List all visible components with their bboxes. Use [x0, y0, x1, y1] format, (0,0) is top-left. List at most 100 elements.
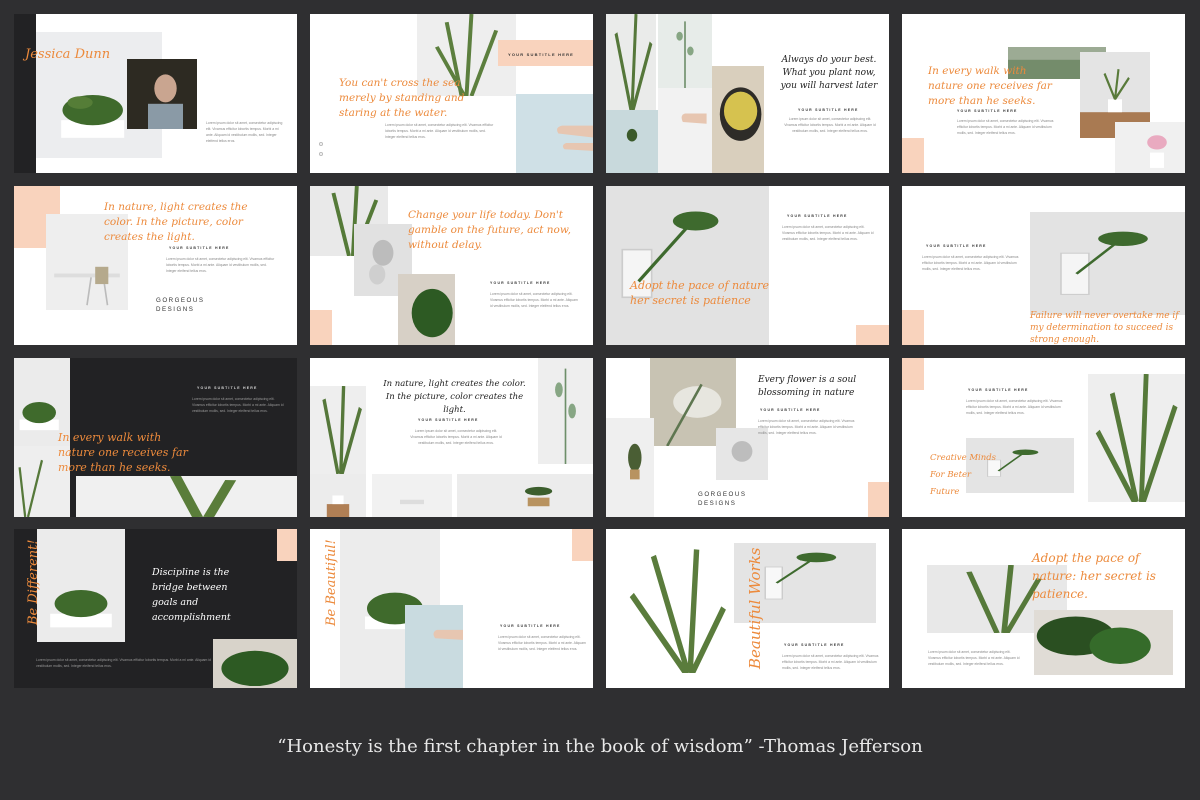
body-text: Lorem ipsum dolor sit amet, consectetur … [928, 650, 1020, 666]
body-text: Lorem ipsum dolor sit amet, consectetur … [206, 121, 283, 143]
subtitle: YOUR SUBTITLE HERE [798, 108, 859, 112]
slide-11[interactable]: Every flower is a soul blossoming in nat… [606, 358, 889, 517]
slide-2[interactable]: YOUR SUBTITLE HERE You can't cross the s… [310, 14, 593, 173]
subtitle: YOUR SUBTITLE HERE [197, 386, 258, 390]
subtitle: YOUR SUBTITLE HERE [508, 52, 575, 57]
slide-13[interactable]: Be Different! Discipline is the bridge b… [14, 529, 297, 688]
peach-block [868, 482, 889, 517]
slide-15[interactable]: Beautiful Works YOUR SUBTITLE HERE Lorem… [606, 529, 889, 688]
slide-8[interactable]: YOUR SUBTITLE HERE Lorem ipsum dolor sit… [902, 186, 1185, 345]
slide-1[interactable]: Jessica Dunn Lorem ipsum dolor sit amet,… [14, 14, 297, 173]
slide-grid: Jessica Dunn Lorem ipsum dolor sit amet,… [14, 14, 1194, 688]
slide-10[interactable]: In nature, light creates the color. In t… [310, 358, 593, 517]
slide-title: Beautiful Works [746, 547, 764, 670]
body-text: Lorem ipsum dolor sit amet, consectetur … [498, 635, 586, 651]
photo-c [457, 474, 593, 517]
subtitle: YOUR SUBTITLE HERE [787, 214, 848, 218]
eucalyptus-photo [658, 14, 712, 88]
slide-title: You can't cross the sea merely by standi… [339, 77, 465, 119]
slide-title: Always do your best. What you plant now,… [780, 55, 878, 91]
glass-leaf-photo [606, 186, 769, 345]
slide-title: Be Different! [26, 539, 41, 625]
slide-5[interactable]: In nature, light creates the color. In t… [14, 186, 297, 345]
slide-3[interactable]: Always do your best. What you plant now,… [606, 14, 889, 173]
peach-block [902, 138, 924, 173]
pager-dots [319, 142, 323, 162]
monstera-photo [398, 274, 455, 345]
gorgeous-designs: GORGEOUS DESIGNS [698, 491, 747, 507]
body-text: Lorem ipsum dolor sit amet, consectetur … [966, 399, 1063, 415]
slide-title: Adopt the pace of nature her secret is p… [630, 279, 769, 307]
body-text: Lorem ipsum dolor sit amet, consectetur … [782, 654, 879, 670]
monstera-photo [1034, 610, 1173, 675]
peach-block [902, 310, 924, 345]
peach-block [902, 358, 924, 390]
portrait-photo [127, 59, 197, 129]
body-text: Lorem ipsum dolor sit amet, consectetur … [166, 257, 275, 273]
peach-block [277, 529, 297, 561]
slide-title: In every walk with nature one receives f… [928, 65, 1052, 107]
subtitle: YOUR SUBTITLE HERE [957, 109, 1018, 113]
small-plant-photo [606, 110, 658, 173]
slide-title: Creative Minds For Beter Future [930, 453, 997, 497]
body-text: Lorem ipsum dolor sit amet, consectetur … [782, 225, 874, 241]
slide-title: Change your life today. Don't gamble on … [408, 209, 571, 251]
body-text: Lorem ipsum dolor sit amet, consectetur … [410, 429, 502, 445]
subtitle: YOUR SUBTITLE HERE [968, 388, 1029, 392]
yucca-photo [310, 386, 366, 474]
yucca-photo [1088, 374, 1185, 502]
subtitle: YOUR SUBTITLE HERE [418, 418, 479, 422]
hand-photo [405, 605, 463, 688]
slide-quote: Discipline is the bridge between goals a… [152, 567, 231, 623]
peach-block [572, 529, 593, 561]
hand-photo [658, 88, 712, 173]
subtitle: YOUR SUBTITLE HERE [926, 244, 987, 248]
subtitle: YOUR SUBTITLE HERE [500, 624, 561, 628]
peach-block [856, 325, 889, 345]
slide-6[interactable]: Change your life today. Don't gamble on … [310, 186, 593, 345]
slide-7[interactable]: Adopt the pace of nature her secret is p… [606, 186, 889, 345]
slide-16[interactable]: Adopt the pace of nature: her secret is … [902, 529, 1185, 688]
body-text: Lorem ipsum dolor sit amet, consectetur … [36, 658, 211, 668]
bowl-photo [712, 66, 764, 173]
photo-b [372, 474, 452, 517]
slide-title: Adopt the pace of nature: her secret is … [1032, 551, 1156, 601]
subtitle: YOUR SUBTITLE HERE [490, 281, 551, 285]
peach-block [310, 310, 332, 345]
slide-title: In nature, light creates the color. In t… [383, 379, 526, 415]
monstera-photo [213, 639, 297, 688]
photo-a [310, 474, 366, 517]
body-text: Lorem ipsum dolor sit amet, consectetur … [784, 117, 876, 133]
body-text: Lorem ipsum dolor sit amet, consectetur … [957, 119, 1054, 135]
slide-title: Failure will never overtake me if my det… [1030, 311, 1179, 345]
slide-12[interactable]: YOUR SUBTITLE HERE Lorem ipsum dolor sit… [902, 358, 1185, 517]
slide-title: Jessica Dunn [25, 47, 111, 62]
body-text: Lorem ipsum dolor sit amet, consectetur … [385, 123, 494, 139]
body-text: Lorem ipsum dolor sit amet, consectetur … [758, 419, 855, 435]
slide-4[interactable]: In every walk with nature one receives f… [902, 14, 1185, 173]
gorgeous-designs: GORGEOUS DESIGNS [156, 297, 205, 313]
dark-strip [14, 14, 36, 173]
slide-14[interactable]: Be Beautiful! YOUR SUBTITLE HERE Lorem i… [310, 529, 593, 688]
slide-title: In nature, light creates the color. In t… [104, 201, 248, 243]
body-text: Lorem ipsum dolor sit amet, consectetur … [922, 255, 1019, 271]
eucalyptus-photo [538, 358, 593, 464]
hand-photo [516, 94, 593, 173]
flower-photo [1115, 122, 1185, 173]
yucca-photo [606, 14, 656, 110]
yucca-photo [621, 543, 729, 673]
plant-photo [76, 476, 297, 517]
slide-title: Be Beautiful! [324, 539, 339, 626]
body-text: Lorem ipsum dolor sit amet, consectetur … [490, 292, 578, 308]
slide-9[interactable]: YOUR SUBTITLE HERE Lorem ipsum dolor sit… [14, 358, 297, 517]
footer-quote: “Honesty is the first chapter in the boo… [277, 736, 923, 757]
plant-books-photo [37, 529, 125, 642]
desk-plant-photo [606, 418, 654, 517]
subtitle: YOUR SUBTITLE HERE [760, 408, 821, 412]
slide-title: In every walk with nature one receives f… [58, 431, 188, 474]
slide-title: Every flower is a soul blossoming in nat… [758, 375, 857, 398]
body-text: Lorem ipsum dolor sit amet, consectetur … [192, 397, 284, 413]
subtitle: YOUR SUBTITLE HERE [784, 643, 845, 647]
glass-leaf-photo [1030, 212, 1185, 315]
subtitle: YOUR SUBTITLE HERE [169, 246, 230, 250]
